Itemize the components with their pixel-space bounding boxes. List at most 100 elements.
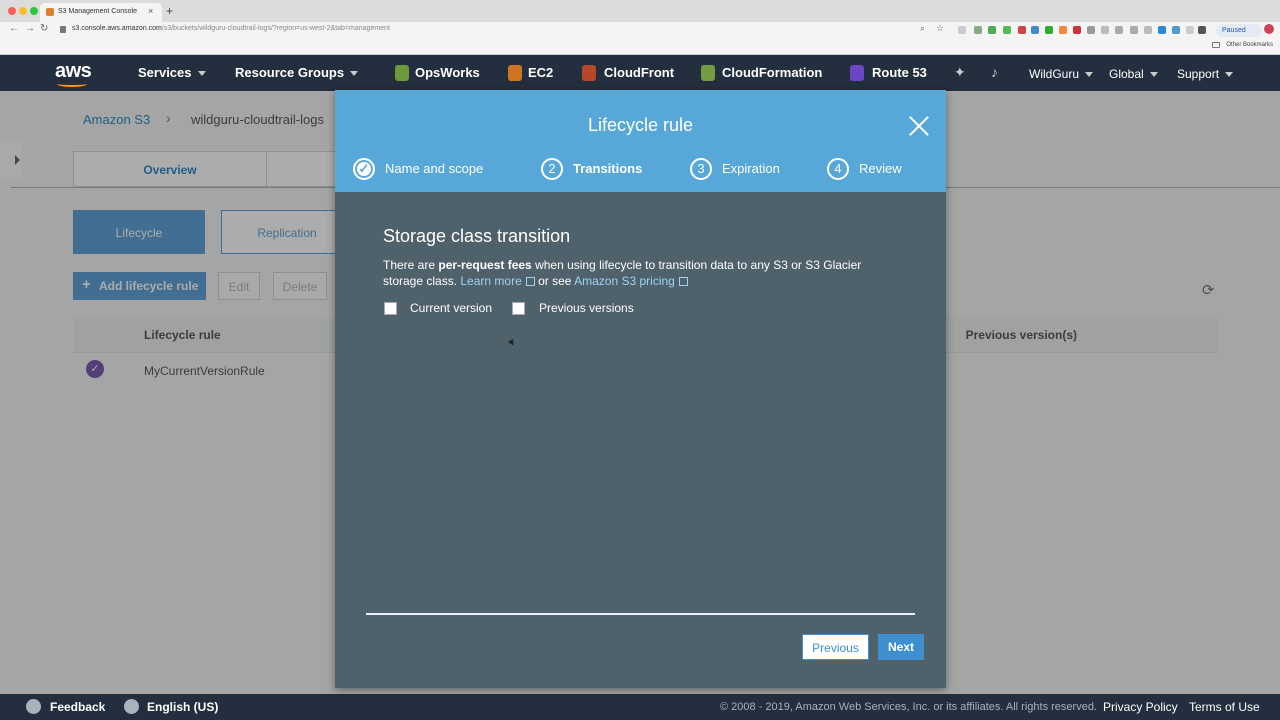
account-label: WildGuru <box>1029 67 1080 81</box>
extension-icon[interactable] <box>1186 26 1194 34</box>
shortcut-ec2[interactable]: EC2 <box>528 65 553 80</box>
language-selector[interactable]: English (US) <box>147 700 218 714</box>
previous-versions-checkbox[interactable] <box>512 302 525 315</box>
shortcut-cloudformation[interactable]: CloudFormation <box>722 65 822 80</box>
folder-icon <box>1212 42 1220 48</box>
tab-title: S3 Management Console <box>58 8 137 15</box>
cloudformation-icon <box>701 65 715 81</box>
aws-logo[interactable]: aws <box>55 60 92 83</box>
aws-footer: Feedback English (US) © 2008 - 2019, Ama… <box>0 694 1280 720</box>
close-icon[interactable] <box>908 115 930 137</box>
privacy-policy-link[interactable]: Privacy Policy <box>1103 700 1178 714</box>
ec2-icon <box>508 65 522 81</box>
external-link-icon <box>525 277 535 286</box>
modal-header: Lifecycle rule ✓ Name and scope 2 Transi… <box>335 90 946 192</box>
extension-icon[interactable] <box>1144 26 1152 34</box>
step-number: 4 <box>827 158 849 180</box>
previous-button[interactable]: Previous <box>802 634 869 660</box>
aws-favicon-icon <box>46 8 54 16</box>
step-label: Transitions <box>573 161 643 176</box>
resource-groups-menu[interactable]: Resource Groups <box>235 65 359 80</box>
aws-smile-icon <box>57 81 87 87</box>
lock-icon <box>60 26 66 33</box>
tab-close-icon[interactable]: × <box>148 6 153 16</box>
profile-avatar[interactable] <box>1264 24 1274 34</box>
mouse-cursor-icon <box>507 338 517 348</box>
browser-tab[interactable]: S3 Management Console × <box>40 3 162 22</box>
extension-icon[interactable] <box>1073 26 1081 34</box>
section-title: Storage class transition <box>383 226 571 246</box>
caret-down-icon <box>1149 72 1158 78</box>
step-label: Expiration <box>722 161 780 176</box>
extension-icon[interactable] <box>1198 26 1206 34</box>
current-version-label: Current version <box>410 301 493 315</box>
url-host: s3.console.aws.amazon.com <box>72 25 162 32</box>
copyright: © 2008 - 2019, Amazon Web Services, Inc.… <box>720 701 1097 713</box>
extension-icon[interactable] <box>988 26 996 34</box>
step-number: 2 <box>541 158 563 180</box>
next-button[interactable]: Next <box>878 634 924 660</box>
extension-icon[interactable] <box>1115 26 1123 34</box>
current-version-checkbox[interactable] <box>384 302 397 315</box>
feedback-icon <box>26 699 41 714</box>
previous-versions-label: Previous versions <box>539 301 634 315</box>
extension-icon[interactable] <box>1158 26 1166 34</box>
extension-icon[interactable] <box>1101 26 1109 34</box>
s3-pricing-link[interactable]: Amazon S3 pricing <box>574 274 688 288</box>
extension-icon[interactable] <box>1031 26 1039 34</box>
globe-icon <box>124 699 139 714</box>
modal-title: Lifecycle rule <box>587 115 694 135</box>
s3-pricing-label: Amazon S3 pricing <box>574 274 675 288</box>
paused-badge[interactable]: Paused <box>1216 24 1262 37</box>
extension-icon[interactable] <box>1045 26 1053 34</box>
minimize-window-icon[interactable] <box>19 7 27 15</box>
pin-icon[interactable]: ✦ <box>954 64 966 81</box>
extension-icon[interactable] <box>974 26 982 34</box>
account-menu[interactable]: WildGuru <box>1029 67 1094 81</box>
step-number: 3 <box>690 158 712 180</box>
shortcut-opsworks[interactable]: OpsWorks <box>415 65 480 80</box>
extension-icon[interactable] <box>1059 26 1067 34</box>
cloudfront-icon <box>582 65 596 81</box>
aws-navbar: aws Services Resource Groups OpsWorks EC… <box>0 55 1280 91</box>
footer-divider <box>366 613 915 615</box>
browser-toolbar: ← → ↻ s3.console.aws.amazon.com/s3/bucke… <box>0 22 1280 39</box>
caret-down-icon <box>350 71 359 77</box>
support-label: Support <box>1177 67 1220 81</box>
terms-of-use-link[interactable]: Terms of Use <box>1189 700 1260 714</box>
reload-icon[interactable]: ↻ <box>40 23 48 34</box>
checkmark-icon: ✓ <box>353 158 375 180</box>
back-icon[interactable]: ← <box>9 23 19 34</box>
gmail-icon[interactable] <box>1018 26 1026 34</box>
new-tab-button[interactable]: + <box>166 4 173 18</box>
extension-icon[interactable] <box>1003 26 1011 34</box>
bell-icon[interactable]: ♪ <box>991 64 998 80</box>
star-icon[interactable]: ☆ <box>936 23 944 34</box>
other-bookmarks[interactable]: Other Bookmarks <box>1226 42 1273 48</box>
shortcut-route53[interactable]: Route 53 <box>872 65 927 80</box>
url-path: /s3/buckets/wildguru-cloudtrail-logs/?re… <box>161 25 390 32</box>
forward-icon[interactable]: → <box>25 23 35 34</box>
region-label: Global <box>1109 67 1144 81</box>
desc-or: or see <box>534 274 575 288</box>
section-description: There are per-request fees when using li… <box>383 257 903 289</box>
learn-more-link[interactable]: Learn more <box>460 274 535 288</box>
caret-down-icon <box>1225 72 1234 78</box>
shortcut-cloudfront[interactable]: CloudFront <box>604 65 674 80</box>
close-window-icon[interactable] <box>8 7 16 15</box>
caret-down-icon <box>1085 72 1094 78</box>
services-label: Services <box>138 65 192 80</box>
services-menu[interactable]: Services <box>138 65 206 80</box>
zoom-icon[interactable]: ⌕ <box>920 23 925 34</box>
extension-icon[interactable] <box>1087 26 1095 34</box>
address-bar[interactable]: s3.console.aws.amazon.com/s3/buckets/wil… <box>72 25 390 32</box>
support-menu[interactable]: Support <box>1177 67 1234 81</box>
maximize-window-icon[interactable] <box>30 7 38 15</box>
opsworks-icon <box>395 65 409 81</box>
extension-icon[interactable] <box>1172 26 1180 34</box>
extension-icon[interactable] <box>958 26 966 34</box>
region-menu[interactable]: Global <box>1109 67 1158 81</box>
extension-icon[interactable] <box>1130 26 1138 34</box>
feedback-link[interactable]: Feedback <box>50 700 105 714</box>
bookmarks-bar: Other Bookmarks <box>0 39 1280 55</box>
